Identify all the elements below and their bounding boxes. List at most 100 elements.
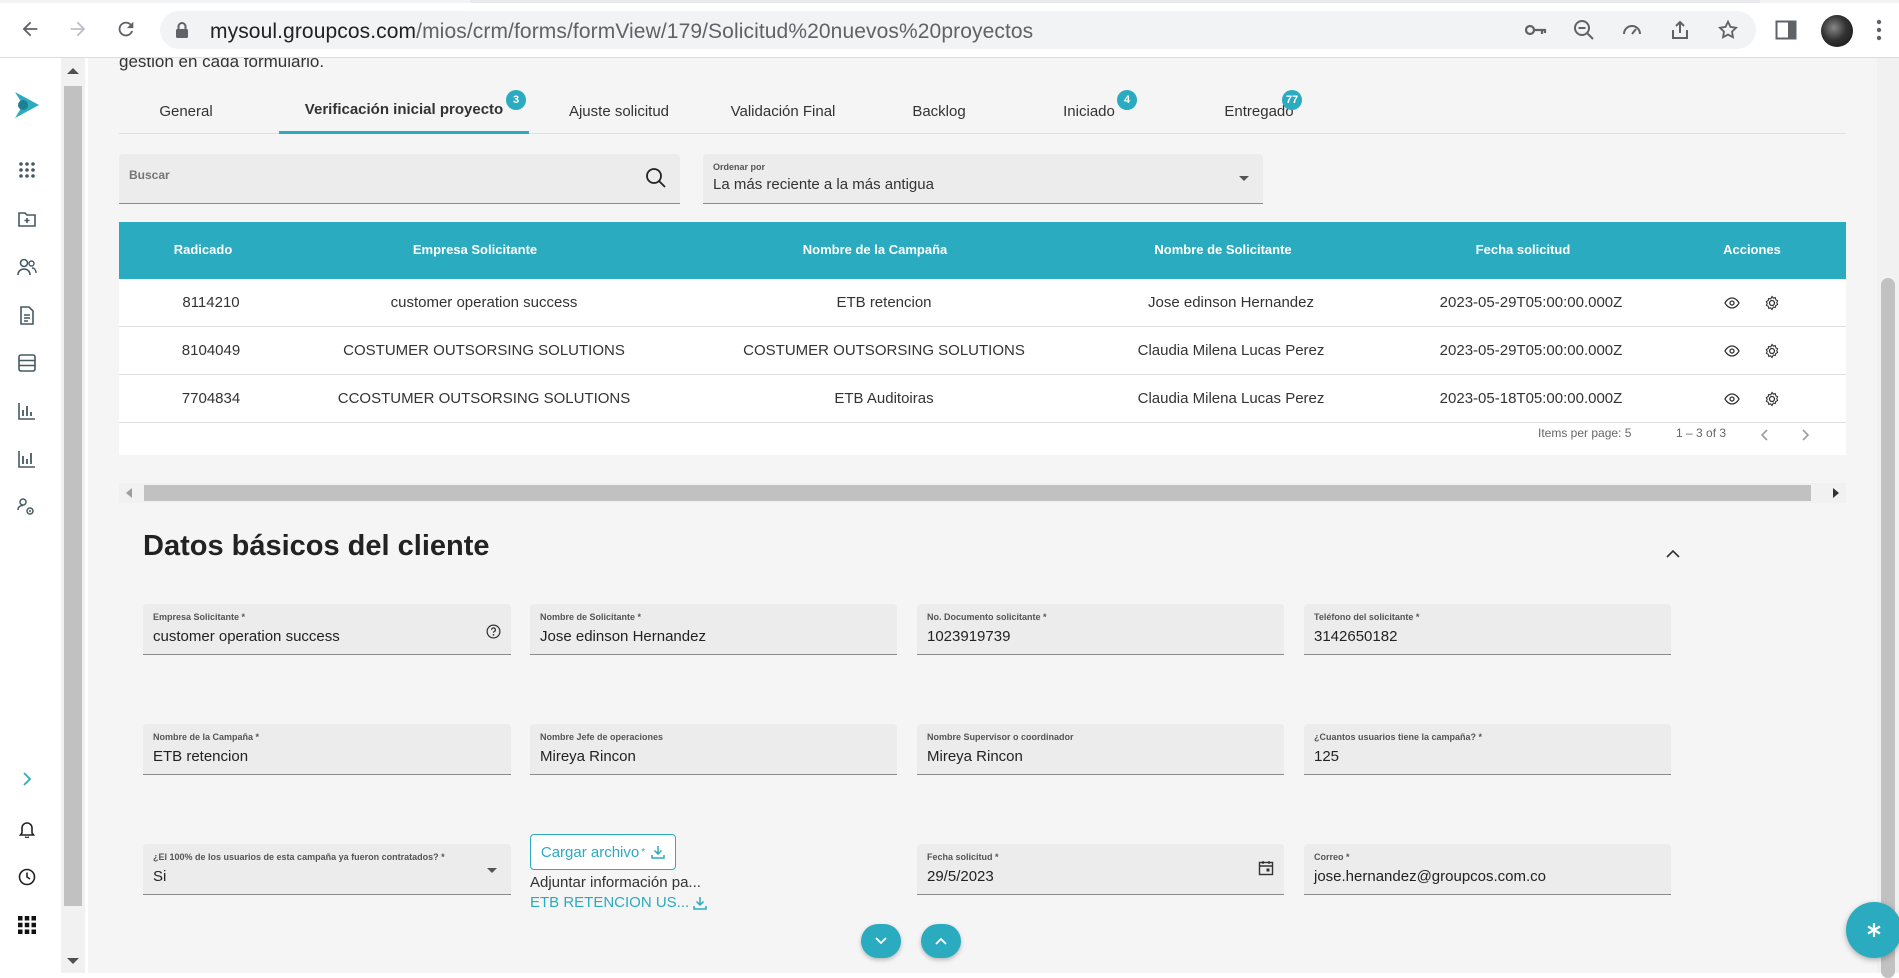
scrollbar-thumb[interactable] xyxy=(1881,278,1895,978)
search-icon[interactable] xyxy=(644,166,668,190)
back-button[interactable] xyxy=(14,13,46,45)
cell-campana: COSTUMER OUTSORSING SOLUTIONS xyxy=(743,342,1025,359)
expand-sidebar-icon[interactable] xyxy=(12,764,42,794)
view-eye-icon[interactable] xyxy=(1721,388,1743,410)
nombre-solicitante-field[interactable]: Nombre de Solicitante * Jose edinson Her… xyxy=(530,604,897,655)
view-eye-icon[interactable] xyxy=(1721,292,1743,314)
empresa-solicitante-field[interactable]: Empresa Solicitante * customer operation… xyxy=(143,604,511,655)
profile-avatar[interactable] xyxy=(1821,15,1853,47)
tab-ajuste-solicitud[interactable]: Ajuste solicitud xyxy=(549,88,689,134)
correo-field[interactable]: Correo * jose.hernandez@groupcos.com.co xyxy=(1304,844,1671,895)
tab-general[interactable]: General xyxy=(131,88,241,134)
tab-entregado[interactable]: Entregado xyxy=(1189,88,1329,134)
cell-empresa: CCOSTUMER OUTSORSING SOLUTIONS xyxy=(337,390,631,407)
field-value: Mireya Rincon xyxy=(540,748,636,765)
column-header: Acciones xyxy=(1723,242,1781,257)
floating-action-button[interactable] xyxy=(1846,902,1899,958)
app-logo-icon[interactable] xyxy=(10,88,44,122)
tab-verificacion-inicial[interactable]: Verificación inicial proyecto xyxy=(279,88,529,134)
field-label: Correo * xyxy=(1314,852,1350,862)
scrollbar-thumb[interactable] xyxy=(64,86,82,906)
page-scrollbar[interactable] xyxy=(1877,58,1899,978)
usuarios-campana-field[interactable]: ¿Cuantos usuarios tiene la campaña? * 12… xyxy=(1304,724,1671,775)
calendar-icon[interactable] xyxy=(1258,860,1274,876)
settings-users-icon[interactable] xyxy=(12,492,42,522)
help-circle-icon[interactable] xyxy=(486,624,501,639)
apps-launcher-icon[interactable] xyxy=(12,910,42,940)
download-icon xyxy=(651,846,665,859)
settings-gear-icon[interactable] xyxy=(1761,292,1783,314)
field-value: 3142650182 xyxy=(1314,628,1398,645)
settings-gear-icon[interactable] xyxy=(1761,340,1783,362)
performance-icon[interactable] xyxy=(1608,11,1656,49)
tab-backlog[interactable]: Backlog xyxy=(879,88,999,134)
bookmark-star-icon[interactable] xyxy=(1704,11,1752,49)
clock-icon[interactable] xyxy=(12,862,42,892)
zoom-out-icon[interactable] xyxy=(1560,11,1608,49)
requests-table: Radicado Empresa Solicitante Nombre de l… xyxy=(119,222,1846,455)
chevron-down-icon xyxy=(875,937,887,945)
items-per-page[interactable]: Items per page: 5 xyxy=(1538,426,1631,440)
cell-radicado: 7704834 xyxy=(181,390,241,407)
settings-gear-icon[interactable] xyxy=(1761,388,1783,410)
section-title: Datos básicos del cliente xyxy=(143,530,490,562)
scroll-down-button[interactable] xyxy=(861,924,901,958)
supervisor-field[interactable]: Nombre Supervisor o coordinador Mireya R… xyxy=(917,724,1284,775)
next-page-icon[interactable] xyxy=(1795,425,1815,445)
document-icon[interactable] xyxy=(12,300,42,330)
cell-radicado: 8114210 xyxy=(182,294,240,311)
folder-add-icon[interactable] xyxy=(12,204,42,234)
key-icon[interactable] xyxy=(1512,11,1560,49)
view-eye-icon[interactable] xyxy=(1721,340,1743,362)
scroll-down-arrow[interactable] xyxy=(67,958,79,964)
telefono-solicitante-field[interactable]: Teléfono del solicitante * 3142650182 xyxy=(1304,604,1671,655)
previous-page-icon[interactable] xyxy=(1755,425,1775,445)
app-sidebar xyxy=(0,58,55,973)
field-value: 1023919739 xyxy=(927,628,1011,645)
url-text: mysoul.groupcos.com/mios/crm/forms/formV… xyxy=(210,20,1033,44)
scroll-up-arrow[interactable] xyxy=(67,68,79,74)
lock-icon xyxy=(176,22,188,38)
column-header: Nombre de Solicitante xyxy=(1154,242,1292,257)
forward-button[interactable] xyxy=(62,13,94,45)
url-host: mysoul.groupcos.com xyxy=(210,20,417,43)
bar-chart-icon[interactable] xyxy=(12,396,42,426)
arrow-left-icon xyxy=(22,21,38,37)
search-field[interactable] xyxy=(119,154,680,204)
table-horizontal-scrollbar[interactable] xyxy=(119,483,1846,503)
share-icon[interactable] xyxy=(1656,11,1704,49)
field-label: Fecha solicitud * xyxy=(927,852,999,862)
table-row[interactable]: 8114210 customer operation success ETB r… xyxy=(119,279,1846,327)
field-value: Jose edinson Hernandez xyxy=(540,628,706,645)
sidebar-scrollbar[interactable] xyxy=(61,58,85,973)
collapse-section-button[interactable] xyxy=(1662,543,1684,565)
scroll-up-button[interactable] xyxy=(921,924,961,958)
field-label: Nombre de Solicitante * xyxy=(540,612,642,622)
attached-file-link[interactable]: ETB RETENCION US... xyxy=(530,894,707,911)
reports-chart-icon[interactable] xyxy=(12,444,42,474)
tab-validacion-final[interactable]: Validación Final xyxy=(713,88,853,134)
field-label: ¿El 100% de los usuarios de esta campaña… xyxy=(153,852,445,862)
download-icon xyxy=(693,896,707,910)
fecha-solicitud-field[interactable]: Fecha solicitud * 29/5/2023 xyxy=(917,844,1284,895)
users-icon[interactable] xyxy=(12,252,42,282)
scroll-left-arrow[interactable] xyxy=(126,488,132,498)
notifications-bell-icon[interactable] xyxy=(12,814,42,844)
table-row[interactable]: 8104049 COSTUMER OUTSORSING SOLUTIONS CO… xyxy=(119,327,1846,375)
jefe-operaciones-field[interactable]: Nombre Jefe de operaciones Mireya Rincon xyxy=(530,724,897,775)
side-panel-icon[interactable] xyxy=(1769,13,1803,47)
chevron-down-icon xyxy=(487,868,497,873)
usuarios-contratados-select[interactable]: ¿El 100% de los usuarios de esta campaña… xyxy=(143,844,511,895)
reload-button[interactable] xyxy=(110,13,142,45)
database-icon[interactable] xyxy=(12,348,42,378)
upload-file-button[interactable]: Cargar archivo * xyxy=(530,834,676,870)
search-input[interactable] xyxy=(129,168,629,182)
scrollbar-thumb[interactable] xyxy=(144,485,1811,501)
browser-menu-icon[interactable] xyxy=(1862,13,1896,47)
sort-select[interactable]: Ordenar por La más reciente a la más ant… xyxy=(703,154,1263,204)
tab-label: Backlog xyxy=(912,102,966,120)
documento-solicitante-field[interactable]: No. Documento solicitante * 1023919739 xyxy=(917,604,1284,655)
scroll-right-arrow[interactable] xyxy=(1833,488,1839,498)
nombre-campana-field[interactable]: Nombre de la Campaña * ETB retencion xyxy=(143,724,511,775)
apps-grid-icon[interactable] xyxy=(12,155,42,185)
